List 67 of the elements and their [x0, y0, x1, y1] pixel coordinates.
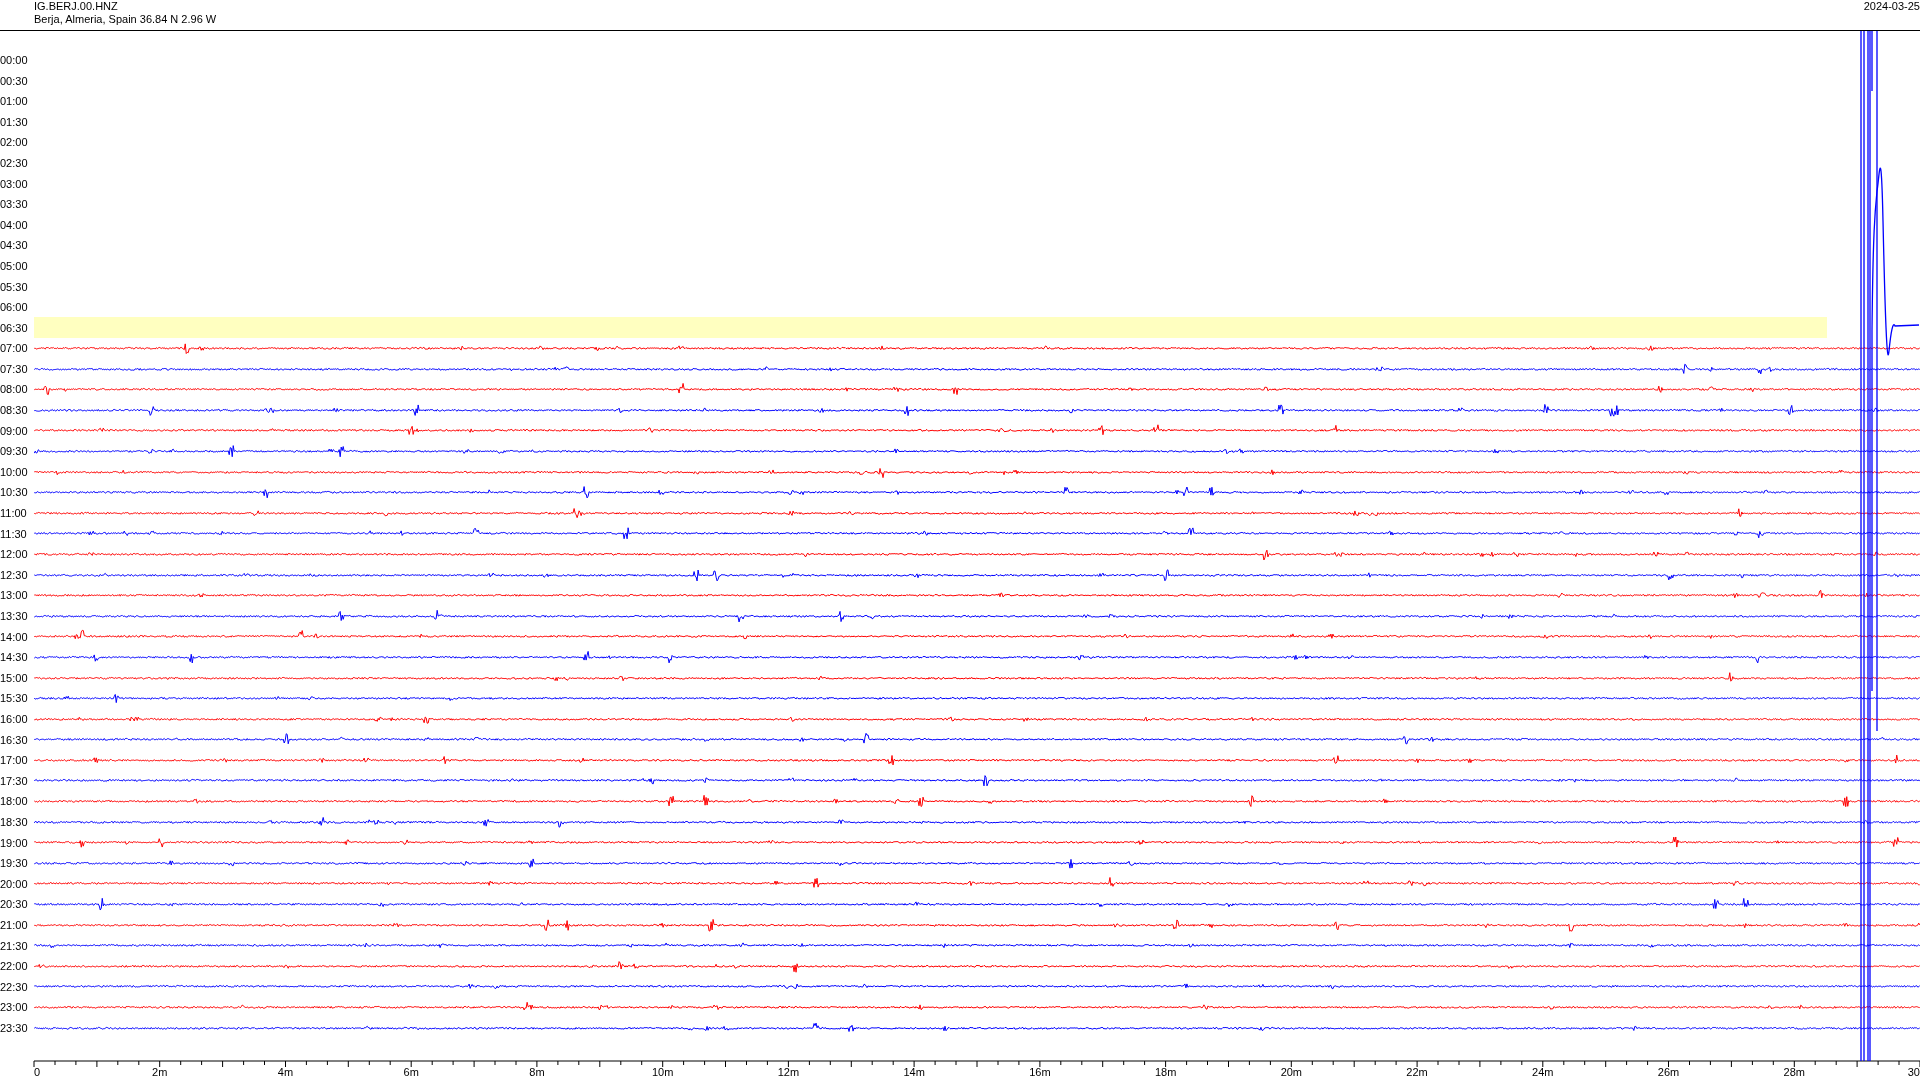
date-label: 2024-03-25	[1863, 0, 1920, 14]
axis-label: 24m	[1532, 1066, 1554, 1079]
axis-label: 30	[1907, 1066, 1920, 1079]
time-label: 20:30	[0, 898, 29, 911]
time-label: 12:00	[0, 548, 29, 561]
axis-label: 18m	[1154, 1066, 1177, 1079]
time-label: 04:30	[0, 239, 29, 252]
time-label: 07:00	[0, 342, 29, 355]
station-location: Berja, Almeria, Spain 36.84 N 2.96 W	[34, 13, 217, 26]
time-label: 15:30	[0, 692, 29, 705]
time-label: 12:30	[0, 568, 29, 581]
time-label: 09:00	[0, 424, 29, 437]
axis-label: 16m	[1029, 1066, 1051, 1079]
time-label: 13:30	[0, 610, 29, 622]
time-label: 21:30	[0, 939, 29, 952]
time-label: 02:00	[0, 136, 29, 149]
time-label: 13:00	[0, 589, 29, 602]
time-label: 00:30	[0, 74, 29, 87]
axis-label: 4m	[277, 1066, 294, 1079]
time-label: 05:30	[0, 280, 29, 293]
time-label: 22:30	[0, 980, 29, 993]
time-label: 17:30	[0, 774, 29, 787]
time-label: 03:00	[0, 177, 29, 190]
time-label: 23:00	[0, 1001, 29, 1014]
time-label: 10:30	[0, 486, 29, 499]
axis-label: 26m	[1657, 1066, 1680, 1079]
time-label: 14:00	[0, 630, 29, 643]
time-label: 10:00	[0, 465, 29, 478]
axis-label: 0	[34, 1066, 41, 1079]
time-label: 18:00	[0, 795, 29, 808]
station-code: IG.BERJ.00.HNZ	[34, 0, 119, 13]
time-label: 11:30	[0, 527, 28, 540]
time-label: 06:00	[0, 301, 29, 314]
time-label: 00:00	[0, 54, 29, 66]
time-label: 05:00	[0, 259, 29, 272]
time-label: 19:00	[0, 836, 29, 849]
time-label: 07:30	[0, 362, 29, 375]
time-label: 04:00	[0, 218, 29, 231]
time-label: 06:30	[0, 321, 29, 334]
axis-label: 20m	[1280, 1066, 1303, 1079]
axis-label: 14m	[903, 1066, 925, 1079]
time-label: 01:00	[0, 95, 29, 108]
time-label: 18:30	[0, 815, 29, 828]
time-label: 01:30	[0, 115, 29, 128]
time-label: 09:30	[0, 445, 29, 458]
time-label: 19:30	[0, 857, 29, 870]
axis-label: 8m	[529, 1066, 545, 1079]
time-label: 03:30	[0, 198, 29, 211]
time-label: 20:00	[0, 877, 29, 890]
axis-label: 28m	[1783, 1066, 1805, 1079]
axis-label: 2m	[152, 1066, 168, 1079]
time-label: 21:00	[0, 918, 29, 931]
axis-label: 22m	[1406, 1066, 1428, 1079]
time-label: 14:30	[0, 651, 29, 664]
time-label: 02:30	[0, 156, 29, 169]
time-label: 11:00	[0, 507, 28, 520]
time-label: 17:00	[0, 754, 29, 767]
time-label: 22:00	[0, 960, 29, 973]
time-label: 08:00	[0, 383, 29, 396]
time-label: 23:30	[0, 1021, 29, 1034]
axis-label: 6m	[403, 1066, 419, 1079]
time-label: 15:00	[0, 671, 29, 684]
time-label: 16:30	[0, 733, 29, 746]
time-label: 16:00	[0, 713, 29, 725]
time-label: 08:30	[0, 404, 29, 417]
axis-label: 12m	[777, 1066, 800, 1079]
axis-label: 10m	[651, 1066, 674, 1079]
